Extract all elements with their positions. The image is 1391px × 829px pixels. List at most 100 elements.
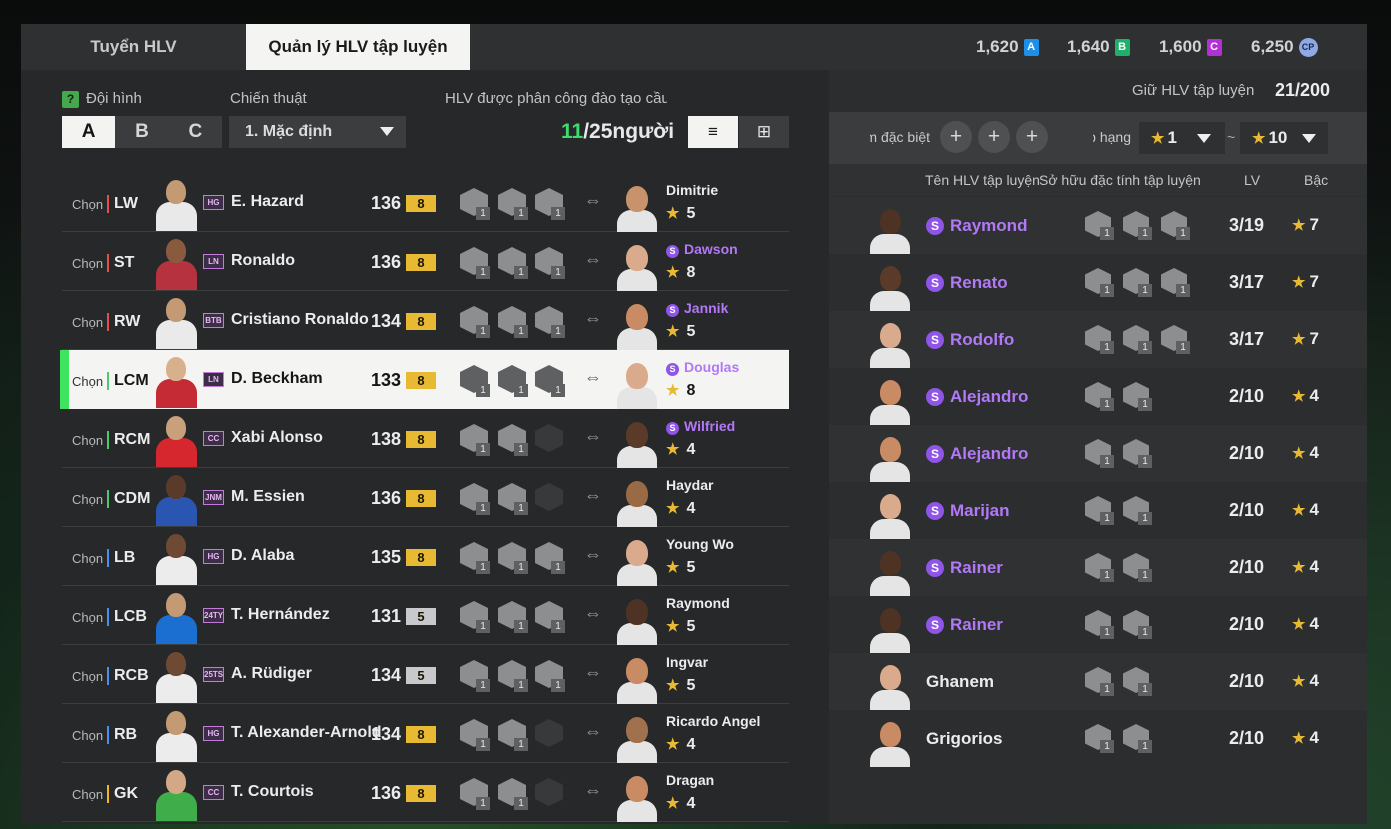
upgrade-level-badge: 5 <box>406 667 436 684</box>
tactic-dropdown[interactable]: 1. Mặc định <box>229 116 406 148</box>
coach-head <box>626 717 648 743</box>
player-row[interactable]: Chọn ST LN Ronaldo 136 8 1 1 1 ⇔ S Dawson ★ 8 <box>62 232 789 291</box>
link-icon[interactable]: ⇔ <box>584 662 602 683</box>
star-icon: ★ <box>1292 274 1306 291</box>
player-head <box>166 298 186 322</box>
player-row[interactable]: Chọn LCM LN D. Beckham 133 8 1 1 1 ⇔ S Douglas ★ 8 <box>60 350 789 409</box>
player-row[interactable]: Chọn RCB 25TS A. Rüdiger 134 5 1 1 1 ⇔ Ingvar ★ 5 <box>62 645 789 704</box>
squad-b-button[interactable]: B <box>115 116 168 148</box>
select-label[interactable]: Chọn <box>72 374 103 389</box>
add-trait-filter-1-button[interactable]: + <box>940 121 972 153</box>
select-label[interactable]: Chọn <box>72 551 103 566</box>
squad-selector: A B C <box>62 116 222 148</box>
coach-name-text: Rainer <box>950 558 1003 577</box>
training-trait-icon <box>535 424 563 452</box>
trait-level: 1 <box>1100 398 1114 411</box>
rank-from-dropdown[interactable]: ★ 1 <box>1139 122 1225 154</box>
player-row[interactable]: Chọn GK CC T. Courtois 136 8 1 1 ⇔ Dragan ★ 4 <box>62 763 789 822</box>
link-icon[interactable]: ⇔ <box>584 190 602 211</box>
coach-row[interactable]: S Rainer 1 1 2/10 ★ 4 <box>829 539 1367 596</box>
trait-level: 1 <box>476 797 490 810</box>
header-grade[interactable]: Bậc <box>1304 172 1328 188</box>
player-row[interactable]: Chọn RW BTB Cristiano Ronaldo 134 8 1 1 1 ⇔ S Janni… <box>62 291 789 350</box>
rank-to-dropdown[interactable]: ★ 10 <box>1240 122 1328 154</box>
coach-row[interactable]: Ghanem 1 1 2/10 ★ 4 <box>829 653 1367 710</box>
star-icon: ★ <box>1252 130 1266 147</box>
coach-name-text: Ghanem <box>926 672 995 691</box>
star-icon: ★ <box>1292 502 1306 519</box>
coach-head <box>626 599 648 625</box>
select-label[interactable]: Chọn <box>72 315 103 330</box>
coach-row[interactable]: S Rainer 1 1 2/10 ★ 4 <box>829 596 1367 653</box>
link-icon[interactable]: ⇔ <box>584 544 602 565</box>
player-row[interactable]: Chọn LW HG E. Hazard 136 8 1 1 1 ⇔ Dimitrie ★ 5 <box>62 173 789 232</box>
coach-grade-value: 7 <box>1309 272 1319 291</box>
coach-name: S Raymond <box>926 216 1027 236</box>
tab-manage-training-coach[interactable]: Quản lý HLV tập luyện <box>246 24 470 70</box>
coach-name: S Rainer <box>926 558 1003 578</box>
squad-a-button[interactable]: A <box>62 116 116 148</box>
link-icon[interactable]: ⇔ <box>584 367 602 388</box>
position-label: LW <box>107 195 138 213</box>
season-card-badge: HG <box>203 549 224 564</box>
select-label[interactable]: Chọn <box>72 728 103 743</box>
coach-head <box>880 323 901 348</box>
player-ovr: 136 <box>371 193 402 213</box>
select-label[interactable]: Chọn <box>72 197 103 212</box>
select-label[interactable]: Chọn <box>72 669 103 684</box>
tab-recruit-coach[interactable]: Tuyển HLV <box>21 24 246 70</box>
player-row[interactable]: Chọn CDM JNM M. Essien 136 8 1 1 ⇔ Haydar ★ 4 <box>62 468 789 527</box>
currency-2: 1,600 C <box>1159 24 1222 70</box>
coach-row[interactable]: S Renato 1 1 1 3/17 ★ 7 <box>829 254 1367 311</box>
player-row[interactable]: Chọn RCM CC Xabi Alonso 138 8 1 1 ⇔ S Wilfried ★ 4 <box>62 409 789 468</box>
link-icon[interactable]: ⇔ <box>584 249 602 270</box>
help-icon[interactable]: ? <box>62 91 79 108</box>
select-label[interactable]: Chọn <box>72 492 103 507</box>
coach-shirt <box>870 576 910 596</box>
coach-avatar <box>869 261 911 311</box>
coach-row[interactable]: S Rodolfo 1 1 1 3/17 ★ 7 <box>829 311 1367 368</box>
coach-row[interactable]: S Raymond 1 1 1 3/19 ★ 7 <box>829 197 1367 254</box>
coach-grade-value: 4 <box>1309 386 1319 405</box>
coach-name-text: Renato <box>950 273 1008 292</box>
coach-row[interactable]: S Alejandro 1 1 2/10 ★ 4 <box>829 425 1367 482</box>
add-trait-filter-2-button[interactable]: + <box>978 121 1010 153</box>
select-label[interactable]: Chọn <box>72 256 103 271</box>
select-label[interactable]: Chọn <box>72 787 103 802</box>
field-view-button[interactable]: ⊞ <box>739 116 789 148</box>
player-kit <box>156 202 197 231</box>
upgrade-level-badge: 8 <box>406 254 436 271</box>
header-lv[interactable]: LV <box>1244 172 1260 188</box>
list-view-button[interactable]: ≡ <box>688 116 738 148</box>
select-label[interactable]: Chọn <box>72 610 103 625</box>
link-icon[interactable]: ⇔ <box>584 426 602 447</box>
player-row[interactable]: Chọn RB HG T. Alexander-Arnold 134 8 1 1 ⇔ Ricard… <box>62 704 789 763</box>
coach-row[interactable]: S Alejandro 1 1 2/10 ★ 4 <box>829 368 1367 425</box>
trait-level: 1 <box>476 207 490 220</box>
squad-c-button[interactable]: C <box>169 116 222 148</box>
currency-c-icon: C <box>1206 38 1222 56</box>
coach-grade-value: 5 <box>686 618 696 635</box>
link-icon[interactable]: ⇔ <box>584 485 602 506</box>
link-icon[interactable]: ⇔ <box>584 603 602 624</box>
header-traits[interactable]: Sở hữu đặc tính tập luyện <box>1039 172 1201 188</box>
player-row[interactable]: Chọn LB HG D. Alaba 135 8 1 1 1 ⇔ Young Wo ★ 5 <box>62 527 789 586</box>
trait-level: 1 <box>551 207 565 220</box>
coach-row[interactable]: Grigorios 1 1 2/10 ★ 4 <box>829 710 1367 767</box>
header-coach-name[interactable]: Tên HLV tập luyện <box>925 172 1040 188</box>
coach-level: 2/10 <box>1229 443 1265 463</box>
assigned-coach-label: HLV được phân công đào tạo cầu thủ <box>445 90 667 107</box>
link-icon[interactable]: ⇔ <box>584 780 602 801</box>
chevron-down-icon <box>1302 134 1316 143</box>
select-label[interactable]: Chọn <box>72 433 103 448</box>
star-icon: ★ <box>666 205 680 222</box>
link-icon[interactable]: ⇔ <box>584 308 602 329</box>
player-kit <box>156 674 197 703</box>
coach-row[interactable]: S Marijan 1 1 2/10 ★ 4 <box>829 482 1367 539</box>
upgrade-level-badge: 8 <box>406 549 436 566</box>
coach-shirt <box>617 328 657 350</box>
player-row[interactable]: Chọn LCB 24TY T. Hernández 131 5 1 1 1 ⇔ Raymond ★ 5 <box>62 586 789 645</box>
add-trait-filter-3-button[interactable]: + <box>1016 121 1048 153</box>
squad-label: ? Đội hình <box>62 90 142 108</box>
link-icon[interactable]: ⇔ <box>584 721 602 742</box>
